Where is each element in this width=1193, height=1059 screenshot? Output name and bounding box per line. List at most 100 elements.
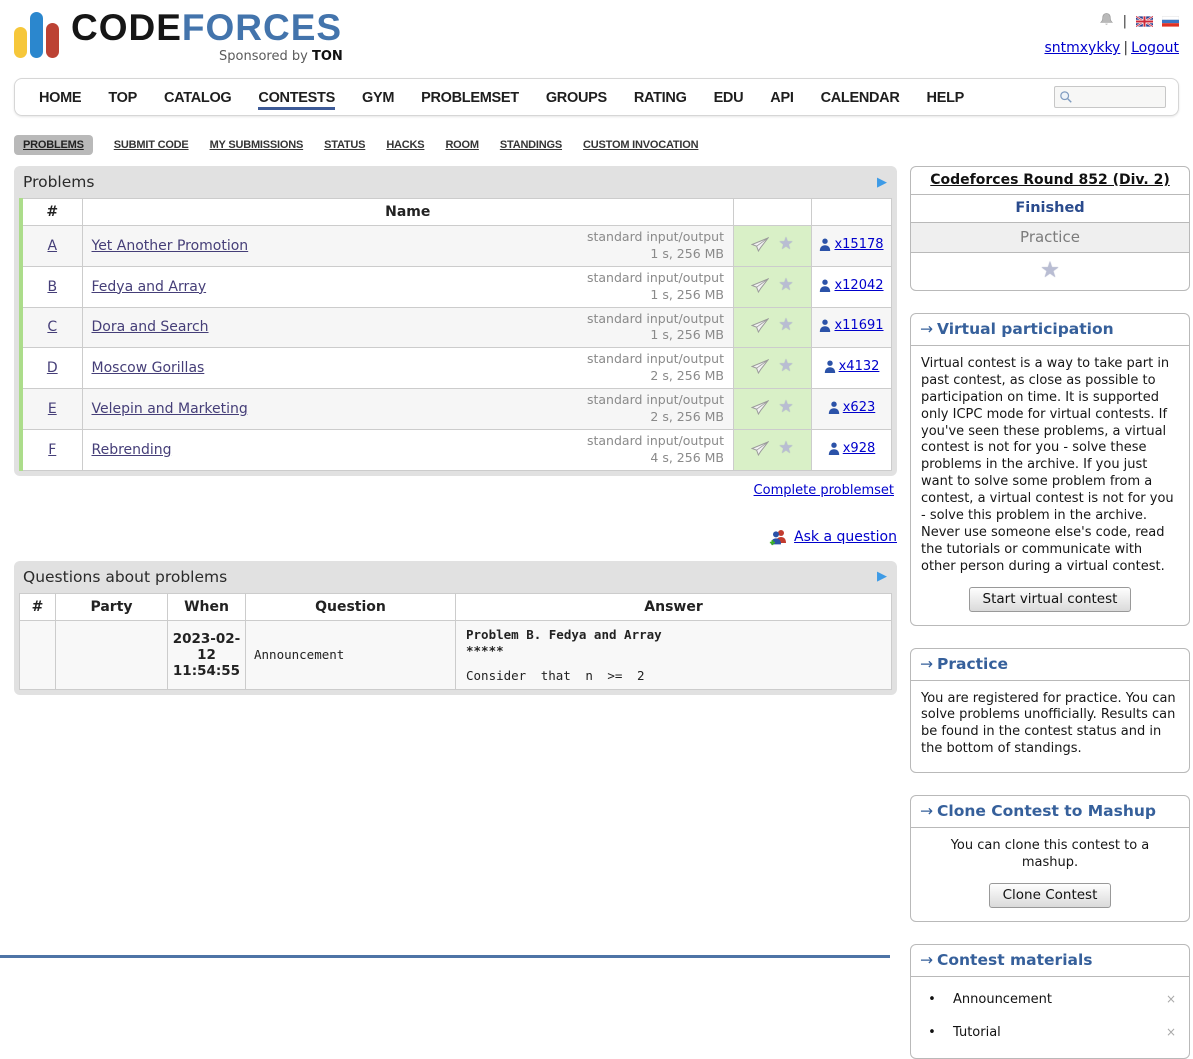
virtual-participation-text: Virtual contest is a way to take part in… [911,346,1189,585]
tab-hacks[interactable]: HACKS [386,135,424,155]
menu-item-edu[interactable]: EDU [714,84,744,110]
menu-item-contests[interactable]: CONTESTS [258,84,335,110]
codeforces-logo[interactable]: CODEFORCES Sponsored by TON [14,8,343,72]
solved-count-link[interactable]: x623 [828,400,876,415]
problem-name-link[interactable]: Yet Another Promotion [92,238,249,254]
solver-person-icon [824,360,836,373]
problem-limits: standard input/output1 s, 256 MB [587,229,724,263]
material-tutorial-link[interactable]: Tutorial [953,1025,1166,1040]
contest-info-box: Codeforces Round 852 (Div. 2) Finished P… [910,166,1190,291]
problem-name-link[interactable]: Fedya and Array [92,279,207,295]
favourite-contest-star-icon[interactable]: ★ [1040,258,1060,283]
problem-index-link[interactable]: F [48,442,56,458]
tab-room[interactable]: ROOM [445,135,478,155]
flag-en-icon[interactable] [1136,16,1153,27]
solved-count-link[interactable]: x15178 [819,237,883,252]
favourite-star-icon[interactable]: ★ [778,440,793,457]
arrow-icon: → [920,320,933,338]
close-icon[interactable]: × [1166,1025,1176,1039]
complete-problemset-link[interactable]: Complete problemset [754,483,894,498]
submit-plane-icon[interactable] [751,359,769,374]
solver-person-icon [828,442,840,455]
logout-link[interactable]: Logout [1131,40,1179,56]
question-party-cell [56,620,168,690]
problem-limits: standard input/output1 s, 256 MB [587,311,724,345]
q-col-header-index: # [20,593,56,620]
arrow-icon: → [920,951,933,969]
menu-item-groups[interactable]: GROUPS [546,84,607,110]
problem-name-link[interactable]: Rebrending [92,442,172,458]
contest-title-link[interactable]: Codeforces Round 852 (Div. 2) [930,172,1169,188]
problem-limits: standard input/output2 s, 256 MB [587,392,724,426]
solver-person-icon [828,401,840,414]
q-col-header-question: Question [246,593,456,620]
favourite-star-icon[interactable]: ★ [778,236,793,253]
solved-count-link[interactable]: x11691 [819,318,883,333]
favourite-star-icon[interactable]: ★ [778,399,793,416]
tab-problems[interactable]: PROBLEMS [14,135,93,155]
submit-plane-icon[interactable] [751,441,769,456]
favourite-star-icon[interactable]: ★ [778,317,793,334]
tab-custom-invocation[interactable]: CUSTOM INVOCATION [583,135,698,155]
col-header-actions [734,199,812,226]
menu-item-help[interactable]: HELP [927,84,964,110]
problem-name-link[interactable]: Velepin and Marketing [92,401,248,417]
sponsored-by: Sponsored by TON [219,49,343,64]
solved-count-link[interactable]: x12042 [819,278,883,293]
favourite-star-icon[interactable]: ★ [778,358,793,375]
problem-limits: standard input/output1 s, 256 MB [587,270,724,304]
expand-arrow-icon[interactable]: ▶ [877,176,887,189]
username-link[interactable]: sntmxykky [1044,40,1120,56]
tab-status[interactable]: STATUS [324,135,365,155]
problem-name-link[interactable]: Moscow Gorillas [92,360,205,376]
problem-index-link[interactable]: B [47,279,57,295]
tab-my-submissions[interactable]: MY SUBMISSIONS [210,135,304,155]
main-menu: HOME TOP CATALOG CONTESTS GYM PROBLEMSET… [14,78,1179,116]
questions-caption: Questions about problems [23,568,227,586]
problem-limits: standard input/output4 s, 256 MB [587,433,724,467]
header-separator: | [1123,14,1127,29]
close-icon[interactable]: × [1166,992,1176,1006]
contest-menu: PROBLEMS SUBMIT CODE MY SUBMISSIONS STAT… [14,135,1179,155]
problem-index-link[interactable]: E [48,401,57,417]
problem-index-link[interactable]: D [47,360,58,376]
ask-question-link[interactable]: Ask a question [794,529,897,545]
problem-index-link[interactable]: C [47,319,57,335]
solved-count-link[interactable]: x4132 [824,359,880,374]
problem-limits: standard input/output2 s, 256 MB [587,351,724,385]
menu-item-calendar[interactable]: CALENDAR [821,84,900,110]
q-col-header-answer: Answer [456,593,892,620]
expand-arrow-icon[interactable]: ▶ [877,570,887,583]
user-separator: | [1123,40,1128,56]
menu-item-gym[interactable]: GYM [362,84,394,110]
problem-name-link[interactable]: Dora and Search [92,319,209,335]
menu-item-rating[interactable]: RATING [634,84,687,110]
solver-person-icon [819,279,831,292]
solved-count-link[interactable]: x928 [828,441,876,456]
tab-standings[interactable]: STANDINGS [500,135,562,155]
table-row: C Dora and Search standard input/output1… [21,307,892,348]
flag-ru-icon[interactable] [1162,16,1179,27]
menu-item-top[interactable]: TOP [108,84,137,110]
submit-plane-icon[interactable] [751,400,769,415]
problem-index-link[interactable]: A [47,238,57,254]
favourite-star-icon[interactable]: ★ [778,277,793,294]
ask-question-people-icon [768,529,788,546]
menu-item-home[interactable]: HOME [39,84,81,110]
clone-contest-button[interactable]: Clone Contest [989,883,1112,908]
menu-item-problemset[interactable]: PROBLEMSET [421,84,519,110]
notifications-bell-icon[interactable] [1099,12,1114,31]
menu-item-api[interactable]: API [770,84,793,110]
start-virtual-contest-button[interactable]: Start virtual contest [969,587,1132,612]
practice-box: →Practice You are registered for practic… [910,648,1190,774]
problems-caption: Problems [23,173,94,191]
tab-submit-code[interactable]: SUBMIT CODE [114,135,189,155]
bullet-icon: • [911,992,953,1007]
submit-plane-icon[interactable] [751,237,769,252]
material-announcement-link[interactable]: Announcement [953,992,1166,1007]
footer-divider [0,955,890,958]
problems-table: Problems ▶ # Name A Yet Another Promotio… [14,166,897,476]
submit-plane-icon[interactable] [751,318,769,333]
menu-item-catalog[interactable]: CATALOG [164,84,231,110]
submit-plane-icon[interactable] [751,278,769,293]
